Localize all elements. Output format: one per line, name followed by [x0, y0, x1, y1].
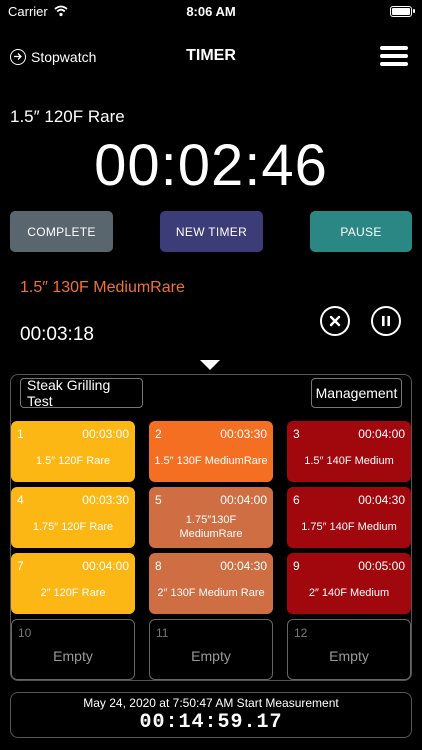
cell-number: 1	[17, 427, 24, 441]
cell-name: 1.75″ 120F Rare	[32, 520, 114, 533]
cell-name: Empty	[53, 647, 93, 664]
new-timer-button[interactable]: NEW TIMER	[160, 211, 263, 252]
cell-name: Empty	[191, 647, 231, 664]
cell-time: 00:03:00	[82, 427, 129, 441]
cell-time: 00:03:30	[220, 427, 267, 441]
cancel-icon[interactable]	[320, 306, 350, 336]
cell-number: 6	[293, 493, 300, 507]
cell-number: 7	[17, 559, 24, 573]
pause-button[interactable]: PAUSE	[310, 211, 412, 252]
cell-name: 1.5″ 120F Rare	[35, 454, 111, 467]
cell-name: 1.75″130F MediumRare	[179, 513, 243, 540]
cell-time: 00:03:30	[82, 493, 129, 507]
timer-cell[interactable]: 1 00:03:00 1.5″ 120F Rare	[11, 421, 135, 482]
timer-cell[interactable]: 4 00:03:30 1.75″ 120F Rare	[11, 487, 135, 548]
timer-cell[interactable]: 12 Empty	[287, 619, 411, 680]
cell-name: Empty	[329, 647, 369, 664]
cell-name: 2″ 120F Rare	[40, 586, 106, 599]
start-measurement-text: May 24, 2020 at 7:50:47 AM Start Measure…	[83, 696, 339, 710]
cell-number: 2	[155, 427, 162, 441]
status-bar: Carrier 8:06 AM	[0, 0, 422, 24]
elapsed-time: 00:14:59.17	[139, 711, 283, 734]
cell-number: 9	[293, 559, 300, 573]
cell-number: 5	[155, 493, 162, 507]
cell-time: 00:04:30	[220, 559, 267, 573]
cell-time: 00:04:00	[82, 559, 129, 573]
cell-time: 00:05:00	[358, 559, 405, 573]
timer-cell[interactable]: 11 Empty	[149, 619, 273, 680]
timer-cell[interactable]: 2 00:03:30 1.5″ 130F MediumRare	[149, 421, 273, 482]
next-timer-time: 00:03:18	[20, 324, 94, 345]
timer-cell[interactable]: 10 Empty	[11, 619, 135, 680]
timer-cell[interactable]: 3 00:04:00 1.5″ 140F Medium	[287, 421, 411, 482]
current-timer-label: 1.5″ 120F Rare	[10, 107, 125, 126]
cell-time: 00:04:00	[220, 493, 267, 507]
cell-name: 2″ 140F Medium	[308, 586, 390, 599]
hamburger-icon[interactable]	[380, 45, 408, 67]
cell-number: 8	[155, 559, 162, 573]
page-title: TIMER	[186, 47, 236, 64]
cell-name: 1.5″ 140F Medium	[304, 454, 394, 467]
collapse-triangle-icon[interactable]	[200, 360, 220, 370]
timer-cell[interactable]: 6 00:04:30 1.75″ 140F Medium	[287, 487, 411, 548]
timer-cell[interactable]: 9 00:05:00 2″ 140F Medium	[287, 553, 411, 614]
cell-number: 4	[17, 493, 24, 507]
cell-name: 2″ 130F Medium Rare	[157, 586, 265, 599]
cell-time: 00:04:30	[358, 493, 405, 507]
management-button[interactable]: Management	[311, 378, 402, 408]
battery-icon	[390, 6, 415, 17]
timer-cell[interactable]: 8 00:04:30 2″ 130F Medium Rare	[149, 553, 273, 614]
status-time: 8:06 AM	[186, 4, 236, 19]
main-timer-display: 00:02:46	[94, 133, 328, 198]
cell-number: 3	[293, 427, 300, 441]
complete-button[interactable]: COMPLETE	[10, 211, 113, 252]
timer-cell[interactable]: 7 00:04:00 2″ 120F Rare	[11, 553, 135, 614]
cell-name: 1.75″ 140F Medium	[301, 520, 397, 533]
test-name-button[interactable]: Steak Grilling Test	[20, 377, 143, 409]
cell-time: 00:04:00	[358, 427, 405, 441]
cell-name: 1.5″ 130F MediumRare	[154, 454, 268, 467]
timer-cell[interactable]: 5 00:04:00 1.75″130F MediumRare	[149, 487, 273, 548]
next-timer-label: 1.5″ 130F MediumRare	[20, 279, 185, 296]
pause-icon[interactable]	[371, 306, 401, 336]
